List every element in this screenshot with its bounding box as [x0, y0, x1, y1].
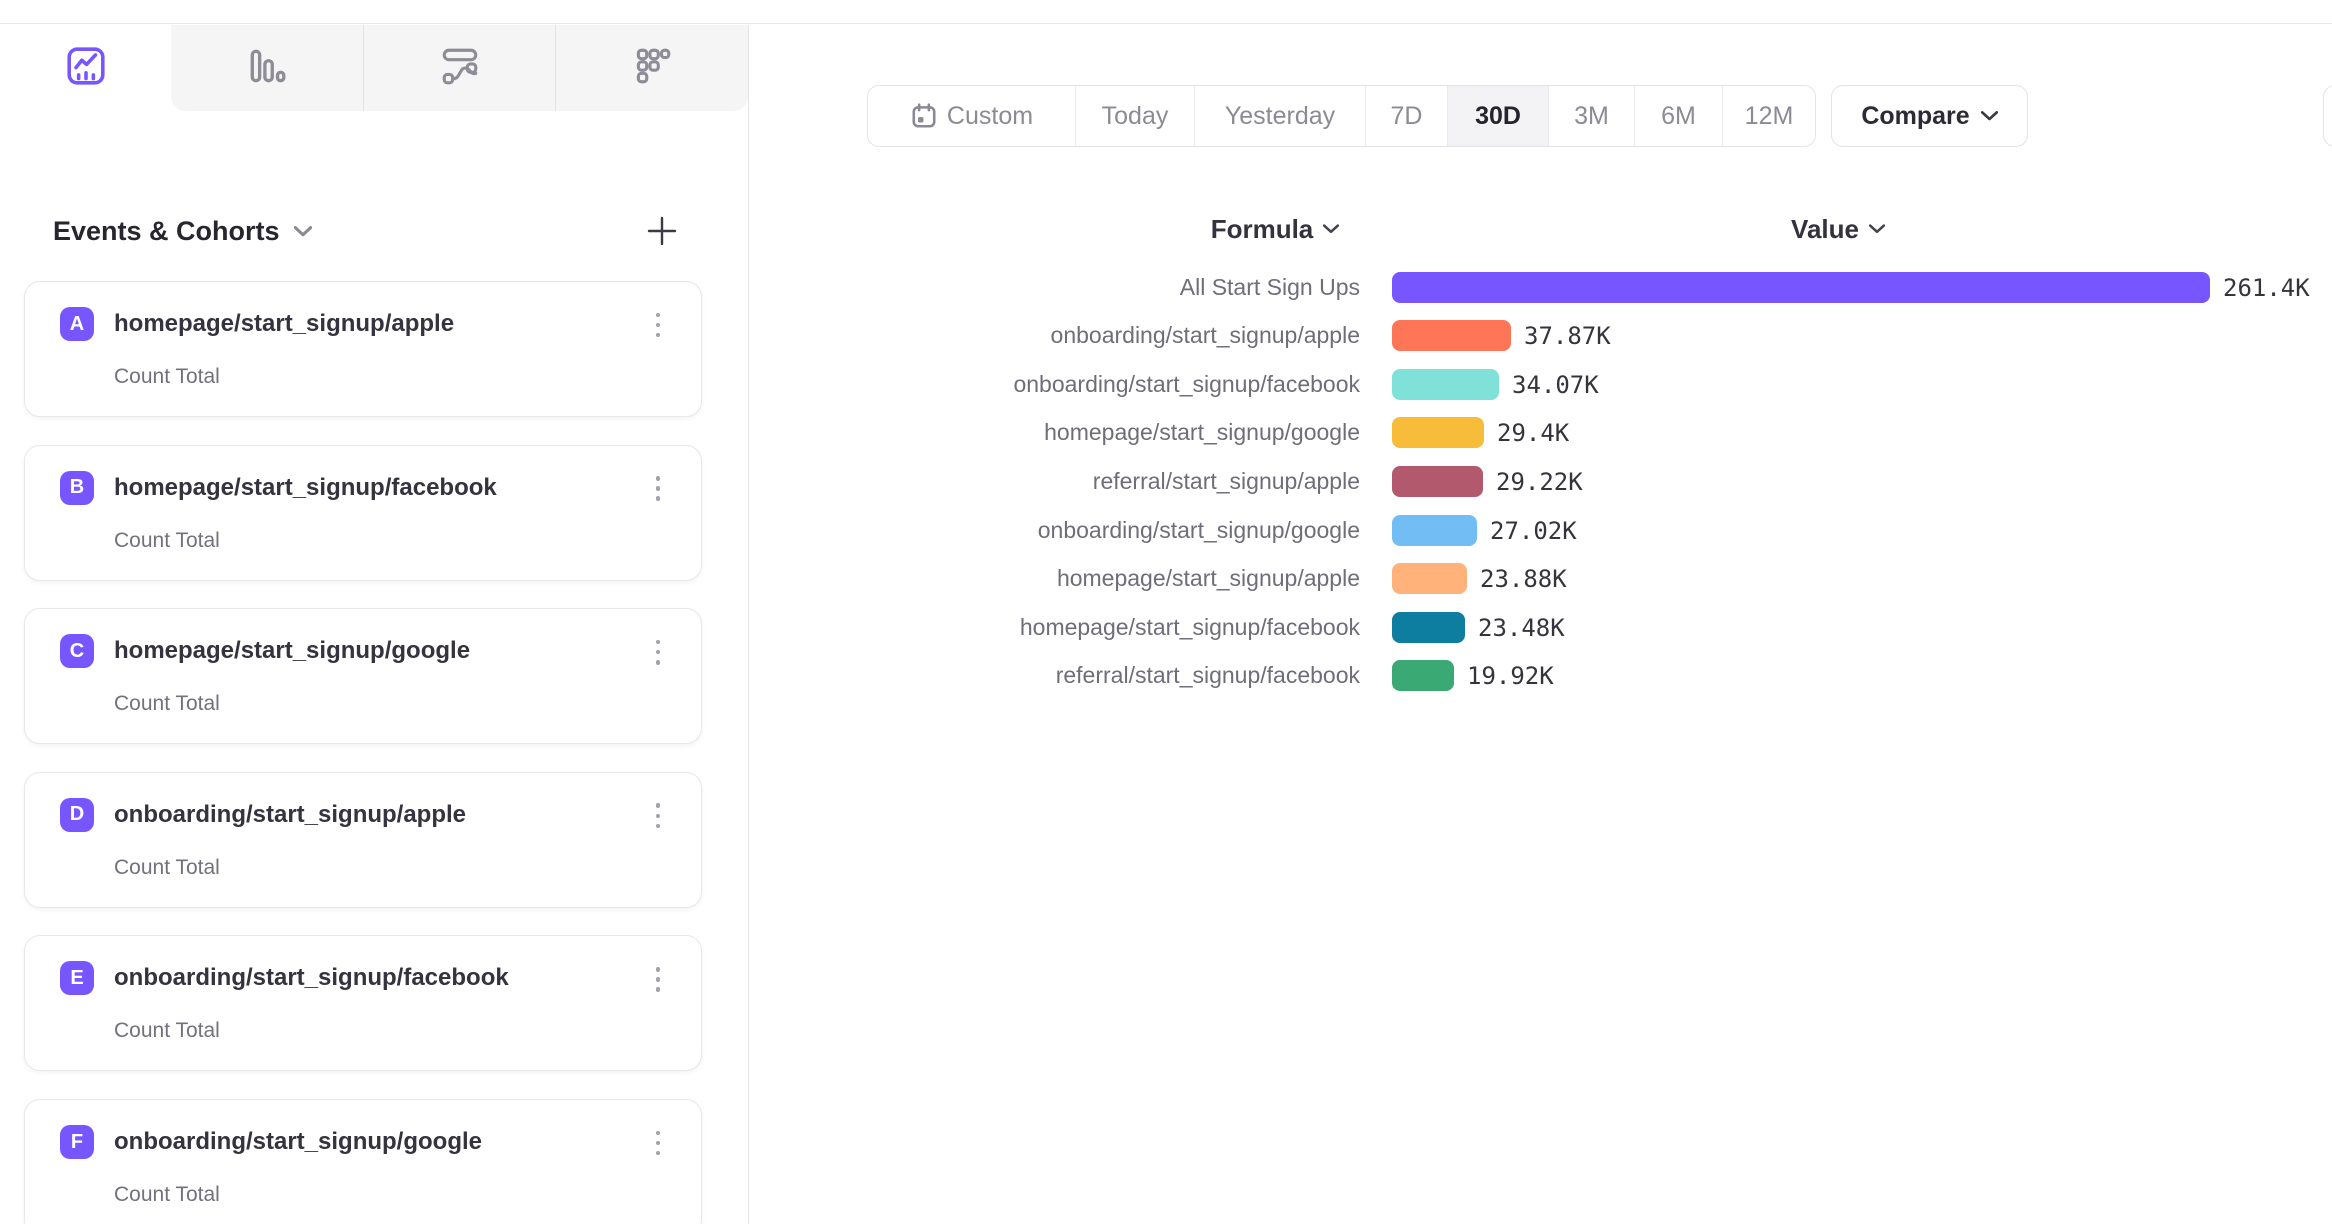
value-bar[interactable]	[1392, 612, 1465, 643]
value-bar[interactable]	[1392, 660, 1454, 691]
chevron-down-icon	[1981, 111, 1998, 121]
value-label: 29.22K	[1496, 467, 1583, 498]
event-card[interactable]: Fonboarding/start_signup/google Count Tot…	[24, 1099, 702, 1224]
value-bar[interactable]	[1392, 515, 1477, 546]
event-letter-badge: E	[60, 961, 94, 995]
value-bar[interactable]	[1392, 272, 2210, 303]
tab-bar-chart[interactable]	[171, 25, 363, 111]
chevron-down-icon	[294, 226, 312, 237]
flows-icon	[439, 45, 481, 92]
event-letter-badge: D	[60, 798, 94, 832]
chart-row: onboarding/start_signup/apple 37.87K	[0, 320, 2332, 351]
event-card-title: onboarding/start_signup/facebook	[114, 964, 509, 992]
date-range-label: 7D	[1391, 102, 1423, 131]
date-range-today[interactable]: Today	[1075, 86, 1194, 146]
event-card-measure: Count Total	[114, 692, 220, 716]
date-range-30d[interactable]: 30D	[1447, 86, 1548, 146]
series-label: onboarding/start_signup/facebook	[760, 369, 1360, 400]
value-header-label: Value	[1791, 214, 1859, 245]
date-range-3m[interactable]: 3M	[1548, 86, 1634, 146]
tab-group-unselected	[171, 25, 748, 111]
chart-row: referral/start_signup/facebook 19.92K	[0, 660, 2332, 691]
compare-label: Compare	[1861, 102, 1969, 131]
calendar-icon	[910, 102, 938, 130]
events-cohorts-dropdown[interactable]: Events & Cohorts	[53, 211, 312, 251]
series-label: referral/start_signup/apple	[760, 466, 1360, 497]
series-label: All Start Sign Ups	[760, 272, 1360, 303]
clipped-right-button[interactable]	[2323, 85, 2332, 147]
value-bar[interactable]	[1392, 563, 1467, 594]
chart-row: homepage/start_signup/apple 23.88K	[0, 563, 2332, 594]
chart-row: referral/start_signup/apple 29.22K	[0, 466, 2332, 497]
event-card-measure: Count Total	[114, 1019, 220, 1043]
kebab-menu-icon[interactable]	[643, 963, 673, 995]
value-label: 29.4K	[1497, 418, 1569, 449]
bar-chart-icon	[246, 45, 288, 92]
chevron-down-icon	[1323, 224, 1339, 234]
event-letter-badge: F	[60, 1125, 94, 1159]
chart-row: All Start Sign Ups 261.4K	[0, 272, 2332, 303]
value-bar[interactable]	[1392, 466, 1483, 497]
event-card-measure: Count Total	[114, 856, 220, 880]
series-label: onboarding/start_signup/google	[760, 515, 1360, 546]
series-label: referral/start_signup/facebook	[760, 660, 1360, 691]
value-label: 37.87K	[1524, 321, 1611, 352]
value-label: 261.4K	[2223, 273, 2310, 304]
value-bar[interactable]	[1392, 369, 1499, 400]
date-range-label: 6M	[1661, 102, 1696, 131]
retention-grid-icon	[631, 45, 673, 92]
formula-column-header[interactable]: Formula	[1145, 213, 1405, 245]
date-range-label: 30D	[1475, 102, 1521, 131]
series-label: homepage/start_signup/apple	[760, 563, 1360, 594]
value-bar[interactable]	[1392, 417, 1484, 448]
add-event-button[interactable]	[644, 213, 680, 249]
value-label: 19.92K	[1467, 661, 1554, 692]
date-range-label: Today	[1102, 102, 1169, 131]
tab-insights[interactable]	[0, 25, 171, 111]
event-card[interactable]: Eonboarding/start_signup/facebook Count T…	[24, 935, 702, 1071]
date-range-custom[interactable]: Custom	[868, 86, 1075, 146]
tab-retention[interactable]	[555, 25, 748, 111]
value-label: 34.07K	[1512, 370, 1599, 401]
series-label: homepage/start_signup/facebook	[760, 612, 1360, 643]
tab-flows[interactable]	[363, 25, 556, 111]
formula-header-label: Formula	[1211, 214, 1314, 245]
chart-row: onboarding/start_signup/facebook 34.07K	[0, 369, 2332, 400]
chevron-down-icon	[1869, 224, 1885, 234]
plus-icon	[645, 214, 679, 248]
series-label: homepage/start_signup/google	[760, 417, 1360, 448]
date-range-7d[interactable]: 7D	[1365, 86, 1447, 146]
compare-button[interactable]: Compare	[1831, 85, 2028, 147]
chart-row: onboarding/start_signup/google 27.02K	[0, 515, 2332, 546]
date-range-selector: Custom Today Yesterday 7D 30D 3M 6M 12M	[867, 85, 1816, 147]
value-label: 23.48K	[1478, 613, 1565, 644]
date-range-yesterday[interactable]: Yesterday	[1194, 86, 1365, 146]
event-card-measure: Count Total	[114, 1183, 220, 1207]
date-range-label: Yesterday	[1225, 102, 1335, 131]
value-bar[interactable]	[1392, 320, 1511, 351]
chart-row: homepage/start_signup/facebook 23.48K	[0, 612, 2332, 643]
event-card-title: onboarding/start_signup/apple	[114, 801, 466, 829]
chart-type-tab-bar	[0, 25, 748, 111]
kebab-menu-icon[interactable]	[643, 1127, 673, 1159]
kebab-menu-icon[interactable]	[643, 800, 673, 832]
events-cohorts-title: Events & Cohorts	[53, 216, 280, 247]
date-range-label: 12M	[1745, 102, 1794, 131]
date-range-12m[interactable]: 12M	[1722, 86, 1815, 146]
date-range-label: 3M	[1574, 102, 1609, 131]
event-card-title: onboarding/start_signup/google	[114, 1128, 482, 1156]
chart-row: homepage/start_signup/google 29.4K	[0, 417, 2332, 448]
insights-chart-icon	[65, 45, 107, 92]
event-card[interactable]: Donboarding/start_signup/apple Count Tota…	[24, 772, 702, 908]
value-label: 27.02K	[1490, 516, 1577, 547]
series-label: onboarding/start_signup/apple	[760, 320, 1360, 351]
date-range-6m[interactable]: 6M	[1634, 86, 1722, 146]
date-range-label: Custom	[947, 102, 1033, 131]
value-column-header[interactable]: Value	[1708, 213, 1968, 245]
value-label: 23.88K	[1480, 564, 1567, 595]
top-border-strip	[0, 0, 2332, 24]
